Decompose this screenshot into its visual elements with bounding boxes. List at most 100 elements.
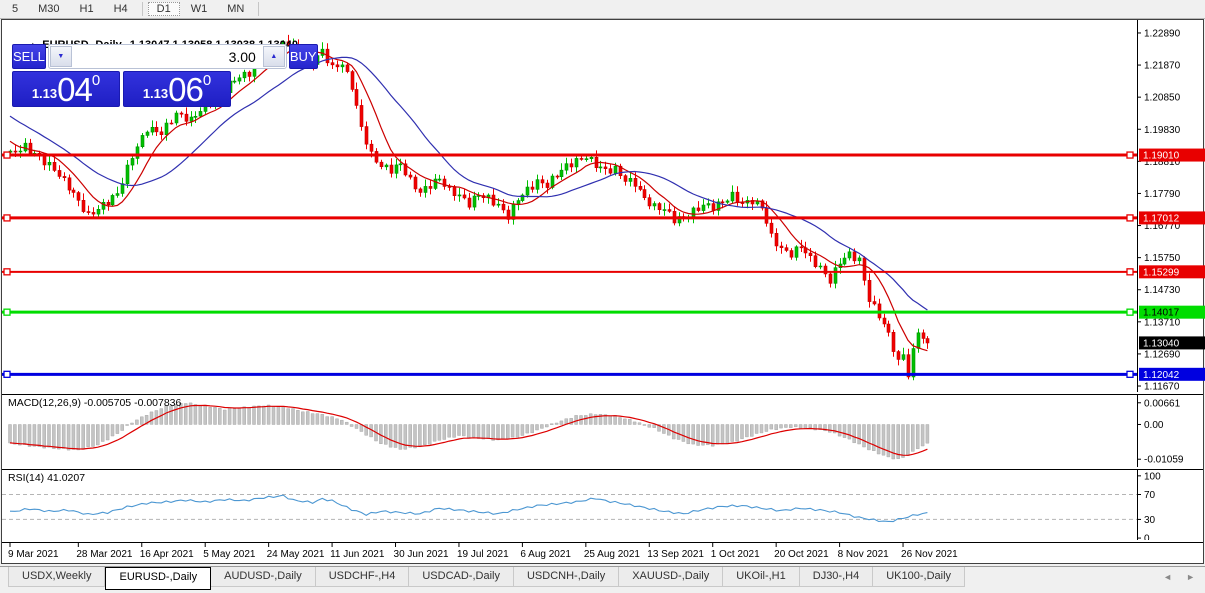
svg-text:1.17790: 1.17790 xyxy=(1144,189,1181,200)
horizontal-lines-layer: 1.19010 1.17012 1.15299 1.14017 1.12042 xyxy=(2,149,1205,381)
toolbar-separator xyxy=(258,2,259,16)
rsi-line xyxy=(10,495,927,521)
date-label: 9 Mar 2021 xyxy=(8,549,59,560)
sell-button[interactable]: SELL xyxy=(12,44,46,69)
buy-price-pipette: 0 xyxy=(203,73,211,88)
chart-window: 1.228901.218701.208501.198301.188101.177… xyxy=(1,19,1204,564)
svg-text:1.15750: 1.15750 xyxy=(1144,253,1181,264)
svg-text:1.20850: 1.20850 xyxy=(1144,93,1181,104)
date-label: 24 May 2021 xyxy=(267,549,325,560)
date-label: 20 Oct 2021 xyxy=(774,549,829,560)
rsi-label: RSI(14) 41.0207 xyxy=(8,472,85,484)
date-label: 11 Jun 2021 xyxy=(330,549,385,560)
svg-text:1.11670: 1.11670 xyxy=(1144,382,1180,392)
svg-text:0.00661: 0.00661 xyxy=(1144,398,1181,409)
hline-1.15299[interactable]: 1.15299 xyxy=(2,265,1205,278)
current-price-badge: 1.13040 xyxy=(1139,336,1205,349)
hline-1.19010[interactable]: 1.19010 xyxy=(2,149,1205,162)
date-label: 8 Nov 2021 xyxy=(838,549,890,560)
hline-1.17012[interactable]: 1.17012 xyxy=(2,211,1205,224)
date-label: 13 Sep 2021 xyxy=(647,549,704,560)
rsi-panel: 100 70 30 0 RSI(14) 41.0207 xyxy=(2,470,1203,543)
hline-1.14017[interactable]: 1.14017 xyxy=(2,306,1205,319)
trade-buttons-row: SELL ▼ ▲ BUY xyxy=(12,44,231,69)
trade-prices-row: 1.13040 1.13060 xyxy=(12,71,231,107)
date-label: 26 Nov 2021 xyxy=(901,549,958,560)
svg-text:0.00: 0.00 xyxy=(1144,420,1164,431)
tabs-container: USDX,WeeklyEURUSD-,DailyAUDUSD-,DailyUSD… xyxy=(8,567,965,587)
svg-text:1.22890: 1.22890 xyxy=(1144,28,1181,39)
timeframe-button-d1[interactable]: D1 xyxy=(148,2,180,16)
svg-text:1.14730: 1.14730 xyxy=(1144,285,1181,296)
chart-tab-usdx-weekly[interactable]: USDX,Weekly xyxy=(8,567,105,587)
macd-chart: 0.00661 0.00 -0.01059 xyxy=(2,395,1205,467)
date-label: 16 Apr 2021 xyxy=(140,549,194,560)
svg-text:30: 30 xyxy=(1144,515,1156,526)
main-chart-panel: 1.228901.218701.208501.198301.188101.177… xyxy=(2,20,1203,395)
chart-tab-dj30-h4[interactable]: DJ30-,H4 xyxy=(800,567,873,587)
svg-text:-0.01059: -0.01059 xyxy=(1144,455,1184,466)
chart-tab-usdchf-h4[interactable]: USDCHF-,H4 xyxy=(316,567,410,587)
sell-price-big-digits: 04 xyxy=(57,75,92,105)
svg-text:70: 70 xyxy=(1144,490,1156,501)
timeframe-button-mn[interactable]: MN xyxy=(218,2,253,16)
svg-text:1.21870: 1.21870 xyxy=(1144,61,1181,72)
time-axis: 9 Mar 2021 28 Mar 2021 16 Apr 2021 5 May 20… xyxy=(2,543,1203,563)
chart-tab-bar: USDX,WeeklyEURUSD-,DailyAUDUSD-,DailyUSD… xyxy=(0,566,1205,593)
buy-button[interactable]: BUY xyxy=(289,44,318,69)
tab-scroll-right-icon[interactable]: ► xyxy=(1186,572,1195,582)
date-label: 19 Jul 2021 xyxy=(457,549,509,560)
macd-panel: 0.00661 0.00 -0.01059 MACD(12,26,9) -0.005… xyxy=(2,395,1203,470)
date-label: 5 May 2021 xyxy=(203,549,256,560)
chart-tab-usdcnh-daily[interactable]: USDCNH-,Daily xyxy=(514,567,619,587)
buy-price-prefix: 1.13 xyxy=(143,83,168,105)
tab-scroll-left-icon[interactable]: ◄ xyxy=(1163,572,1172,582)
timeframe-toolbar: 5M30H1H4 D1W1MN xyxy=(0,0,1205,19)
sell-price-display[interactable]: 1.13040 xyxy=(12,71,120,107)
svg-text:1.17012: 1.17012 xyxy=(1143,213,1180,224)
buy-price-big-digits: 06 xyxy=(168,75,203,105)
buy-price-display[interactable]: 1.13060 xyxy=(123,71,231,107)
sell-price-prefix: 1.13 xyxy=(32,83,57,105)
chart-tab-xauusd-daily[interactable]: XAUUSD-,Daily xyxy=(619,567,723,587)
svg-text:1.12690: 1.12690 xyxy=(1144,349,1181,360)
timeframe-button-h1[interactable]: H1 xyxy=(71,2,103,16)
date-label: 28 Mar 2021 xyxy=(76,549,133,560)
hline-1.12042[interactable]: 1.12042 xyxy=(2,368,1205,381)
chart-tab-audusd-daily[interactable]: AUDUSD-,Daily xyxy=(211,567,316,587)
chart-tab-usdcad-daily[interactable]: USDCAD-,Daily xyxy=(409,567,514,587)
date-label: 25 Aug 2021 xyxy=(584,549,641,560)
macd-label: MACD(12,26,9) -0.005705 -0.007836 xyxy=(8,397,181,409)
chart-tab-eurusd-daily[interactable]: EURUSD-,Daily xyxy=(105,567,211,590)
macd-histogram xyxy=(9,403,929,459)
svg-text:1.14017: 1.14017 xyxy=(1143,308,1180,319)
svg-text:1.13040: 1.13040 xyxy=(1143,338,1180,349)
price-axis: 1.228901.218701.208501.198301.188101.177… xyxy=(1137,20,1181,392)
sell-price-pipette: 0 xyxy=(92,73,100,88)
date-label: 30 Jun 2021 xyxy=(394,549,449,560)
volume-decrease-button[interactable]: ▼ xyxy=(50,46,72,67)
timeframe-button-m30[interactable]: M30 xyxy=(29,2,68,16)
volume-input[interactable] xyxy=(73,45,262,68)
svg-text:1.15299: 1.15299 xyxy=(1143,267,1180,278)
chevron-up-icon: ▲ xyxy=(270,53,277,60)
timeframe-button-w1[interactable]: W1 xyxy=(182,2,217,16)
time-axis-labels: 9 Mar 2021 28 Mar 2021 16 Apr 2021 5 May 20… xyxy=(2,543,1205,563)
timeframe-button-h4[interactable]: H4 xyxy=(105,2,137,16)
tab-scroll-arrows: ◄ ► xyxy=(1163,572,1195,582)
volume-increase-button[interactable]: ▲ xyxy=(263,46,285,67)
chart-tab-uk100-daily[interactable]: UK100-,Daily xyxy=(873,567,965,587)
date-label: 1 Oct 2021 xyxy=(711,549,760,560)
timeframe-button-5[interactable]: 5 xyxy=(3,2,27,16)
rsi-chart: 100 70 30 0 xyxy=(2,470,1205,540)
chart-tab-ukoil-h1[interactable]: UKOil-,H1 xyxy=(723,567,800,587)
svg-text:0: 0 xyxy=(1144,534,1150,540)
one-click-trade-panel: SELL ▼ ▲ BUY 1.13040 1.13060 xyxy=(12,44,231,107)
toolbar-separator xyxy=(142,2,143,16)
chevron-down-icon: ▼ xyxy=(57,53,64,60)
svg-text:1.12042: 1.12042 xyxy=(1143,370,1180,381)
date-label: 6 Aug 2021 xyxy=(520,549,571,560)
svg-text:1.19830: 1.19830 xyxy=(1144,125,1181,136)
svg-text:1.19010: 1.19010 xyxy=(1143,151,1180,162)
svg-text:100: 100 xyxy=(1144,471,1161,482)
